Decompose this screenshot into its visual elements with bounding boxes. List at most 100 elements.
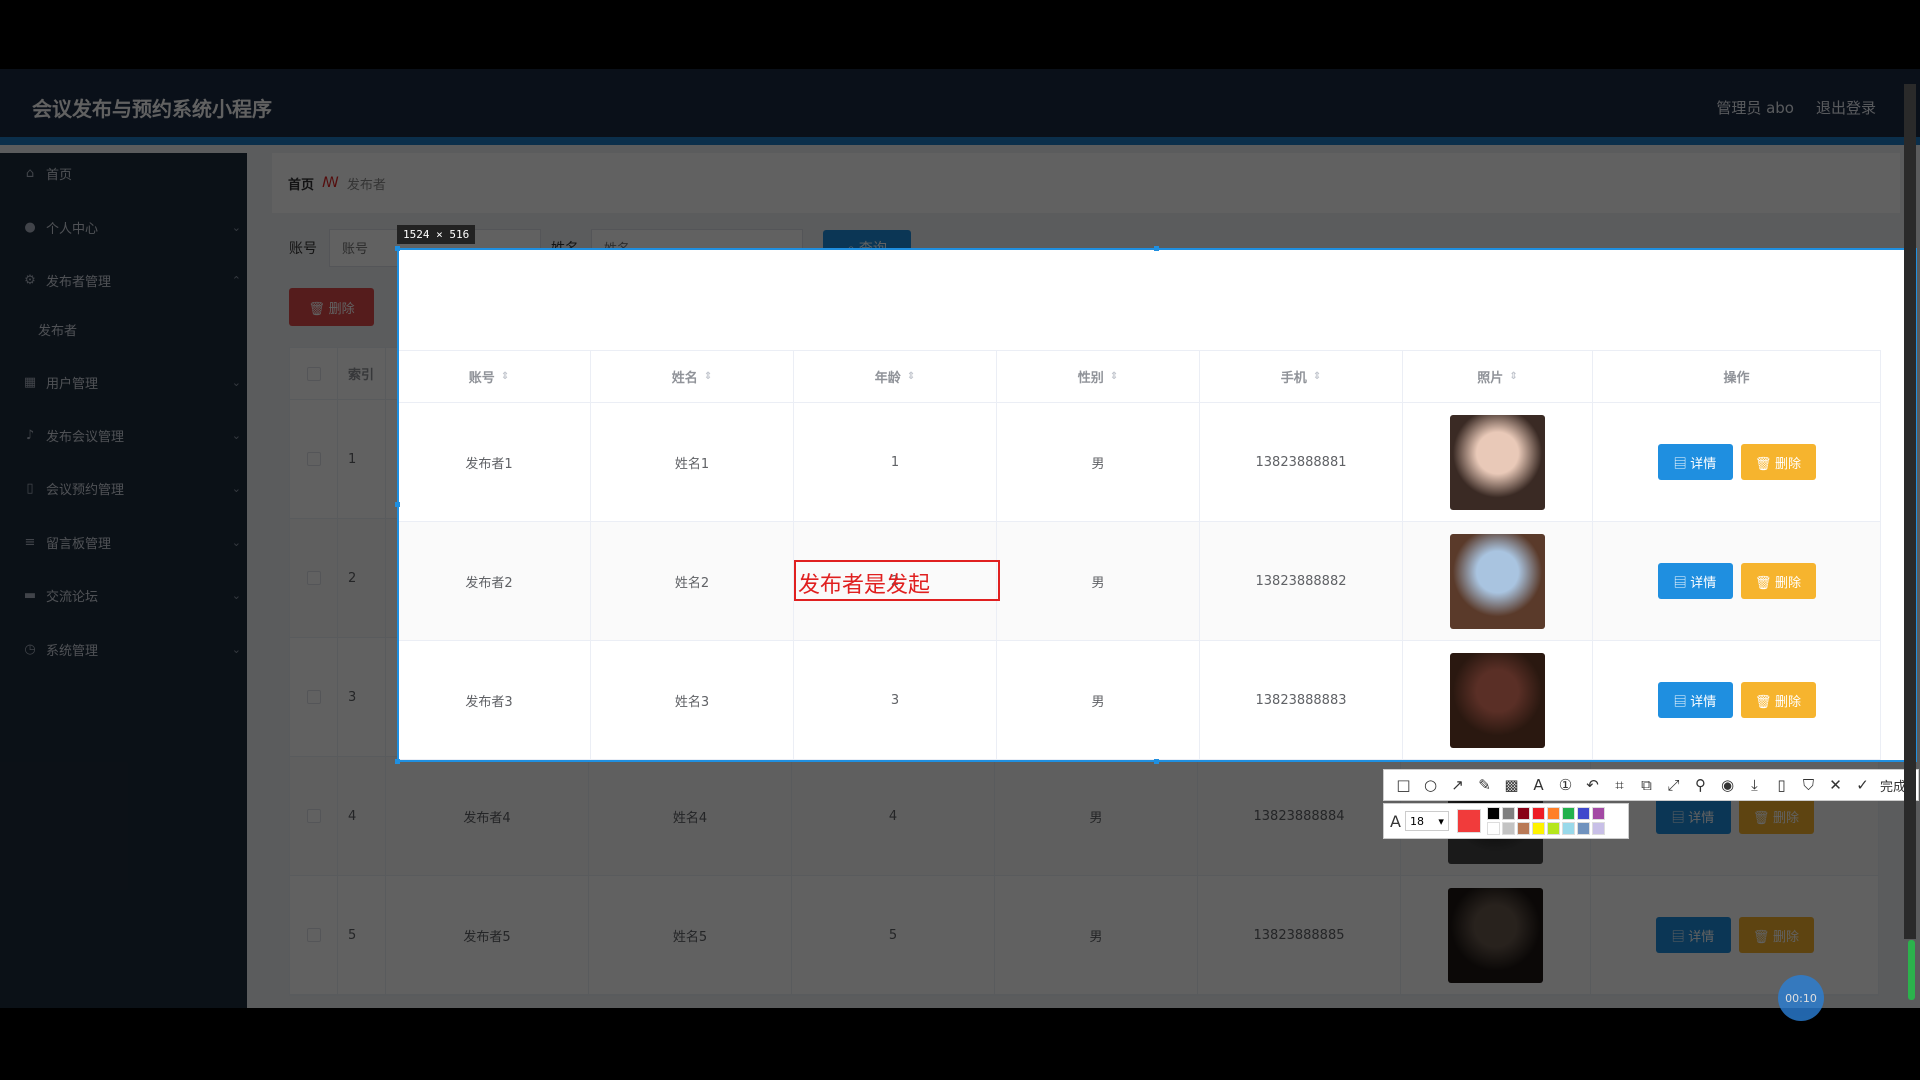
color-swatch[interactable] — [1561, 807, 1575, 820]
row-delete-button[interactable]: 🗑 删除 — [1738, 917, 1814, 953]
detail-button[interactable]: ▤ 详情 — [1657, 563, 1733, 599]
header-account[interactable]: 账号 ⇕ — [399, 351, 591, 402]
color-swatch[interactable] — [1546, 822, 1560, 835]
color-swatch[interactable] — [1501, 822, 1515, 835]
row-checkbox[interactable] — [306, 928, 321, 942]
font-size-select[interactable]: 18 ▾ — [1404, 811, 1449, 831]
select-all-checkbox[interactable] — [306, 366, 321, 381]
rectangle-tool-icon[interactable]: □ — [1390, 776, 1417, 794]
row-checkbox-cell[interactable] — [290, 638, 338, 756]
row-checkbox-cell[interactable] — [290, 757, 338, 875]
row-delete-button[interactable]: 🗑 删除 — [1740, 682, 1816, 718]
detail-button[interactable]: ▤ 详情 — [1655, 917, 1731, 953]
color-swatch[interactable] — [1501, 807, 1515, 820]
sidebar-item-publisher[interactable]: 发布者 — [0, 309, 247, 349]
profile-photo[interactable] — [1450, 414, 1545, 510]
color-swatch[interactable] — [1576, 822, 1590, 835]
sidebar-item-publisher-mgmt[interactable]: ⚙ 发布者管理 ⌃ — [0, 260, 247, 300]
sort-icon[interactable]: ⇕ — [907, 371, 915, 382]
detail-button[interactable]: ▤ 详情 — [1657, 444, 1733, 480]
row-delete-button[interactable]: 🗑 删除 — [1740, 444, 1816, 480]
pen-tool-icon[interactable]: ✎ — [1471, 776, 1498, 794]
sidebar-item-booking-mgmt[interactable]: ▯ 会议预约管理 ⌄ — [0, 468, 247, 508]
sort-icon[interactable]: ⇕ — [704, 371, 712, 382]
header-photo[interactable]: 照片 ⇕ — [1403, 351, 1593, 402]
color-swatch[interactable] — [1591, 807, 1605, 820]
sidebar-item-forum[interactable]: ▬ 交流论坛 ⌄ — [0, 575, 247, 615]
page-scrollbar[interactable] — [1904, 84, 1916, 939]
resize-handle[interactable] — [1154, 246, 1159, 251]
color-swatch[interactable] — [1486, 822, 1500, 835]
row-checkbox-cell[interactable] — [290, 519, 338, 637]
batch-delete-button[interactable]: 🗑 删除 — [289, 288, 374, 326]
sidebar-item-message-board[interactable]: ≡ 留言板管理 ⌄ — [0, 522, 247, 562]
color-swatch[interactable] — [1576, 807, 1590, 820]
text-tool-icon[interactable]: A — [1525, 776, 1552, 794]
recording-timer[interactable]: 00:10 — [1778, 975, 1824, 1021]
color-swatch[interactable] — [1591, 822, 1605, 835]
profile-photo[interactable] — [1450, 533, 1545, 629]
record-icon[interactable]: ◉ — [1714, 776, 1741, 794]
sort-icon[interactable]: ⇕ — [501, 371, 509, 382]
done-button[interactable]: 完成 — [1880, 776, 1906, 795]
undo-icon[interactable]: ↶ — [1579, 776, 1606, 794]
color-swatch[interactable] — [1531, 807, 1545, 820]
header-name-label: 姓名 — [671, 371, 698, 386]
mosaic-tool-icon[interactable]: ▩ — [1498, 776, 1525, 794]
ellipse-tool-icon[interactable]: ○ — [1417, 776, 1444, 794]
number-tool-icon[interactable]: ① — [1552, 776, 1579, 794]
expand-icon[interactable]: ⤢ — [1660, 776, 1687, 794]
bookmark-icon[interactable]: ⛉ — [1795, 776, 1822, 794]
profile-photo[interactable] — [1448, 887, 1543, 983]
row-checkbox-cell[interactable] — [290, 400, 338, 518]
detail-button[interactable]: ▤ 详情 — [1657, 682, 1733, 718]
save-icon[interactable]: ▯ — [1768, 776, 1795, 794]
color-swatch[interactable] — [1516, 822, 1530, 835]
resize-handle[interactable] — [395, 759, 400, 764]
resize-handle[interactable] — [395, 502, 400, 507]
scrollbar-thumb[interactable] — [1908, 940, 1915, 1000]
crop-icon[interactable]: ⌗ — [1606, 776, 1633, 794]
row-delete-button[interactable]: 🗑 删除 — [1740, 563, 1816, 599]
download-icon[interactable]: ⤓ — [1741, 776, 1768, 794]
row-checkbox-cell[interactable] — [290, 876, 338, 994]
sort-icon[interactable]: ⇕ — [1110, 371, 1118, 382]
color-swatch[interactable] — [1486, 807, 1500, 820]
header-checkbox-cell[interactable] — [290, 348, 338, 399]
translate-icon[interactable]: ⧉ — [1633, 776, 1660, 794]
close-icon[interactable]: ✕ — [1822, 776, 1849, 794]
header-gender[interactable]: 性别 ⇕ — [997, 351, 1200, 402]
sort-icon[interactable]: ⇕ — [1509, 371, 1517, 382]
header-name[interactable]: 姓名 ⇕ — [591, 351, 794, 402]
sort-icon[interactable]: ⇕ — [1313, 371, 1321, 382]
row-checkbox[interactable] — [306, 452, 321, 466]
pin-icon[interactable]: ⚲ — [1687, 776, 1714, 794]
row-checkbox[interactable] — [306, 571, 321, 585]
color-swatch[interactable] — [1516, 807, 1530, 820]
row-checkbox[interactable] — [306, 690, 321, 704]
resize-handle[interactable] — [1154, 759, 1159, 764]
header-phone[interactable]: 手机 ⇕ — [1200, 351, 1403, 402]
check-icon[interactable]: ✓ — [1849, 776, 1876, 794]
current-color-swatch[interactable] — [1456, 809, 1481, 833]
sidebar-item-profile[interactable]: ● 个人中心 ⌄ — [0, 207, 247, 247]
sidebar-item-system-mgmt[interactable]: ◷ 系统管理 ⌄ — [0, 629, 247, 669]
capture-selection[interactable]: 索引账号⇕姓名⇕年龄⇕性别⇕手机⇕照片⇕操作1发布者1姓名11男13823888… — [397, 248, 1917, 762]
logout-link[interactable]: 退出登录 — [1816, 97, 1876, 118]
color-swatch[interactable] — [1561, 822, 1575, 835]
annotation-text[interactable]: 发布者是发起 — [798, 567, 930, 599]
letterbox-bottom — [0, 1008, 1920, 1080]
sidebar-item-home[interactable]: ⌂ 首页 — [0, 153, 247, 193]
sidebar-item-user-mgmt[interactable]: ▦ 用户管理 ⌄ — [0, 362, 247, 402]
detail-button[interactable]: ▤ 详情 — [1655, 798, 1731, 834]
row-checkbox[interactable] — [306, 809, 321, 823]
profile-photo[interactable] — [1450, 652, 1545, 748]
color-swatch[interactable] — [1531, 822, 1545, 835]
arrow-tool-icon[interactable]: ↗ — [1444, 776, 1471, 794]
row-delete-button[interactable]: 🗑 删除 — [1738, 798, 1814, 834]
color-swatch[interactable] — [1546, 807, 1560, 820]
sidebar-item-meeting-mgmt[interactable]: ♪ 发布会议管理 ⌄ — [0, 415, 247, 455]
breadcrumb-home[interactable]: 首页 — [288, 174, 314, 193]
resize-handle[interactable] — [395, 246, 400, 251]
header-age[interactable]: 年龄 ⇕ — [794, 351, 997, 402]
